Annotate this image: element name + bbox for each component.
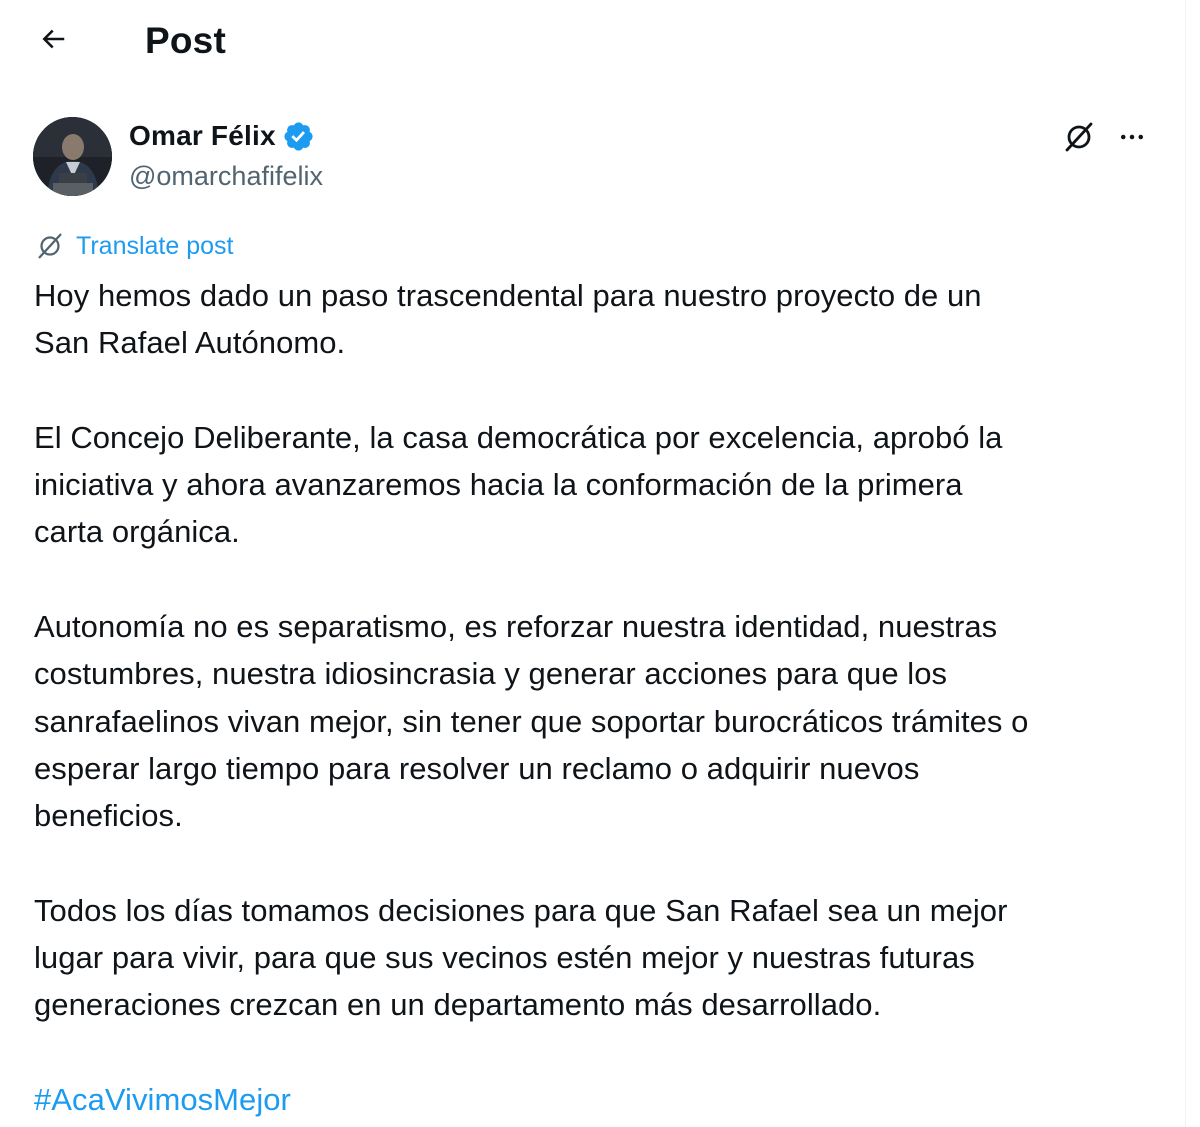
arrow-left-icon [38,24,68,59]
author-info: Omar Félix @omarchafifelix [129,116,323,196]
post-view: Post Omar Félix @omarchafifelix Translat… [0,0,1186,1127]
grok-icon [1062,120,1096,159]
author-name-row: Omar Félix [129,116,323,156]
more-button[interactable] [1111,118,1153,160]
author-name[interactable]: Omar Félix [129,116,276,156]
translate-post-link[interactable]: Translate post [34,228,233,264]
grok-icon [34,230,66,262]
more-icon [1117,122,1147,157]
grok-button[interactable] [1058,118,1100,160]
post-paragraph: Hoy hemos dado un paso trascendental par… [34,278,982,361]
post-paragraph: Todos los días tomamos decisiones para q… [34,892,1008,1023]
translate-post-label: Translate post [76,232,234,260]
post-paragraph: Autonomía no es separatismo, es reforzar… [34,609,1029,834]
post-text: Hoy hemos dado un paso trascendental par… [34,272,1164,1123]
page-title: Post [145,20,226,61]
author-handle[interactable]: @omarchafifelix [129,156,323,196]
back-button[interactable] [28,18,78,64]
avatar[interactable] [33,117,112,196]
post-paragraph: El Concejo Deliberante, la casa democrát… [34,419,1003,550]
hashtag-paragraph: #AcaVivimosMejor [34,1076,1164,1123]
verified-badge-icon[interactable] [282,120,315,153]
hashtag-link[interactable]: #AcaVivimosMejor [34,1082,291,1117]
page-header: Post [0,0,1186,84]
